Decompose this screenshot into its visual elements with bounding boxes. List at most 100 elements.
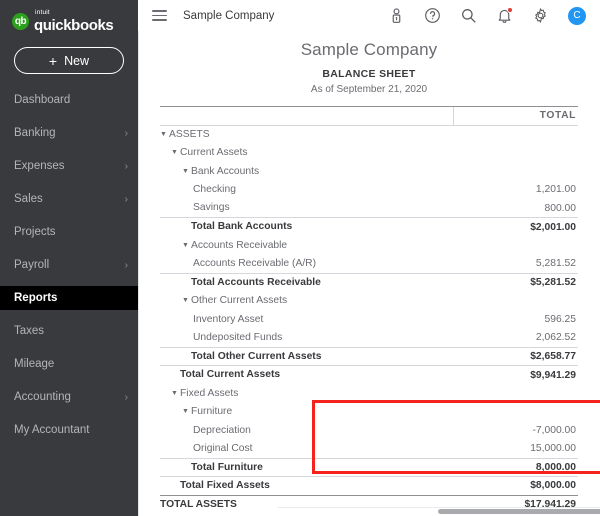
row-label: Original Cost	[193, 443, 253, 454]
sidebar-item-projects[interactable]: Projects	[0, 220, 138, 244]
table-row[interactable]: Undeposited Funds 2,062.52	[160, 329, 578, 348]
row-label: Current Assets	[180, 147, 248, 158]
new-button-label: New	[64, 54, 89, 68]
report-company-title: Sample Company	[138, 35, 600, 60]
header-blank-cell	[160, 107, 474, 126]
table-row[interactable]: Inventory Asset596.25	[160, 310, 578, 329]
sidebar-nav: DashboardBanking›Expenses›Sales›Projects…	[0, 88, 138, 442]
sidebar-item-expenses[interactable]: Expenses›	[0, 154, 138, 178]
row-label-cell: Savings	[160, 199, 474, 218]
table-row[interactable]: Accounts Receivable (A/R)5,281.52	[160, 255, 578, 274]
horizontal-scrollbar-track[interactable]	[278, 507, 600, 516]
quickbooks-app-window: qb intuit quickbooks + New Dashboard Bank…	[0, 0, 600, 516]
sidebar-item-mileage[interactable]: Mileage	[0, 352, 138, 376]
report-date-range: As of September 21, 2020	[138, 84, 600, 95]
table-row[interactable]: Total Fixed Assets$8,000.00	[160, 477, 578, 496]
table-row[interactable]: Total Current Assets$9,941.29	[160, 366, 578, 385]
caret-down-icon[interactable]: ▼	[171, 390, 180, 397]
row-label: Total Bank Accounts	[191, 221, 292, 232]
row-amount-cell: 1,201.00	[474, 181, 578, 200]
sidebar-item-my-accountant[interactable]: My Accountant	[0, 418, 138, 442]
sidebar-item-banking[interactable]: Banking›	[0, 121, 138, 145]
row-amount-cell: $2,658.77	[474, 347, 578, 366]
row-amount-cell: 5,281.52	[474, 255, 578, 274]
table-row[interactable]: Total Furniture8,000.00	[160, 458, 578, 477]
row-label-cell: Total Furniture	[160, 458, 474, 477]
sidebar-item-label: Banking	[14, 127, 56, 139]
row-amount-cell: $5,281.52	[474, 273, 578, 292]
row-label-cell: Total Fixed Assets	[160, 477, 474, 496]
balance-sheet-table: TOTAL ▼ASSETS▼Current Assets▼Bank Accoun…	[160, 106, 578, 514]
table-row[interactable]: Total Other Current Assets $2,658.77	[160, 347, 578, 366]
row-amount-cell	[474, 144, 578, 163]
table-row[interactable]: ▼Other Current Assets	[160, 292, 578, 311]
search-icon[interactable]	[460, 7, 477, 24]
row-label-cell: Total Accounts Receivable	[160, 273, 474, 292]
chevron-right-icon: ›	[125, 392, 128, 403]
row-label-cell: Total Bank Accounts	[160, 218, 474, 237]
company-name-label: Sample Company	[183, 10, 274, 22]
row-label: Total Other Current Assets	[191, 351, 321, 362]
caret-down-icon[interactable]: ▼	[160, 131, 169, 138]
table-row[interactable]: Savings800.00	[160, 199, 578, 218]
row-label: Bank Accounts	[191, 166, 259, 177]
sidebar-item-label: Taxes	[14, 325, 44, 337]
row-label-cell: ▼Fixed Assets	[160, 384, 474, 403]
table-row[interactable]: Total Accounts Receivable$5,281.52	[160, 273, 578, 292]
caret-down-icon[interactable]: ▼	[182, 297, 191, 304]
table-row[interactable]: Total Bank Accounts$2,001.00	[160, 218, 578, 237]
help-icon[interactable]	[424, 7, 441, 24]
column-divider	[453, 107, 454, 126]
table-row[interactable]: ▼Furniture	[160, 403, 578, 422]
quickbooks-logo[interactable]: qb intuit quickbooks	[0, 0, 138, 34]
sidebar-item-label: Projects	[14, 226, 56, 238]
horizontal-scrollbar-thumb[interactable]	[438, 509, 600, 514]
user-avatar[interactable]: C	[568, 7, 586, 25]
report-table-wrapper: TOTAL ▼ASSETS▼Current Assets▼Bank Accoun…	[160, 106, 578, 514]
table-row[interactable]: Original Cost15,000.00	[160, 440, 578, 459]
caret-down-icon[interactable]: ▼	[182, 242, 191, 249]
balance-sheet-report: Sample Company BALANCE SHEET As of Septe…	[138, 31, 600, 514]
sidebar-item-label: Accounting	[14, 391, 71, 403]
table-row[interactable]: ▼Current Assets	[160, 144, 578, 163]
row-label: Fixed Assets	[180, 388, 238, 399]
user-badge-icon[interactable]	[388, 7, 405, 24]
row-label-cell: Original Cost	[160, 440, 474, 459]
table-row[interactable]: ▼Bank Accounts	[160, 162, 578, 181]
primary-sidebar: qb intuit quickbooks + New Dashboard Bank…	[0, 0, 138, 516]
caret-down-icon[interactable]: ▼	[171, 149, 180, 156]
notification-badge-dot	[507, 7, 513, 13]
table-row[interactable]: Depreciation-7,000.00	[160, 421, 578, 440]
quickbooks-qb-mark-icon: qb	[12, 13, 29, 30]
row-label: Total Fixed Assets	[180, 480, 270, 491]
top-app-bar: Sample Company	[138, 0, 600, 31]
table-row[interactable]: Checking1,201.00	[160, 181, 578, 200]
row-label-cell: ▼Accounts Receivable	[160, 236, 474, 255]
row-amount-cell: 2,062.52	[474, 329, 578, 348]
hamburger-icon[interactable]	[152, 7, 167, 24]
notifications-icon[interactable]	[496, 7, 513, 24]
row-amount-cell	[474, 162, 578, 181]
sidebar-item-dashboard[interactable]: Dashboard	[0, 88, 138, 112]
sidebar-item-payroll[interactable]: Payroll›	[0, 253, 138, 277]
table-header-row: TOTAL	[160, 107, 578, 126]
table-row[interactable]: ▼Accounts Receivable	[160, 236, 578, 255]
sidebar-item-accounting[interactable]: Accounting ›	[0, 385, 138, 409]
chevron-right-icon: ›	[125, 161, 128, 172]
table-row[interactable]: ▼ASSETS	[160, 125, 578, 144]
sidebar-item-taxes[interactable]: Taxes	[0, 319, 138, 343]
row-label-cell: Undeposited Funds	[160, 329, 474, 348]
row-label: Undeposited Funds	[193, 332, 282, 343]
row-label: Inventory Asset	[193, 314, 263, 325]
row-amount-cell: 800.00	[474, 199, 578, 218]
sidebar-item-reports[interactable]: Reports	[0, 286, 138, 310]
caret-down-icon[interactable]: ▼	[182, 168, 191, 175]
new-button[interactable]: + New	[14, 47, 124, 74]
table-row[interactable]: ▼Fixed Assets	[160, 384, 578, 403]
row-label-cell: ▼Bank Accounts	[160, 162, 474, 181]
sidebar-item-sales[interactable]: Sales›	[0, 187, 138, 211]
caret-down-icon[interactable]: ▼	[182, 408, 191, 415]
settings-gear-icon[interactable]	[532, 7, 549, 24]
row-amount-cell: 8,000.00	[474, 458, 578, 477]
row-amount-cell	[474, 292, 578, 311]
